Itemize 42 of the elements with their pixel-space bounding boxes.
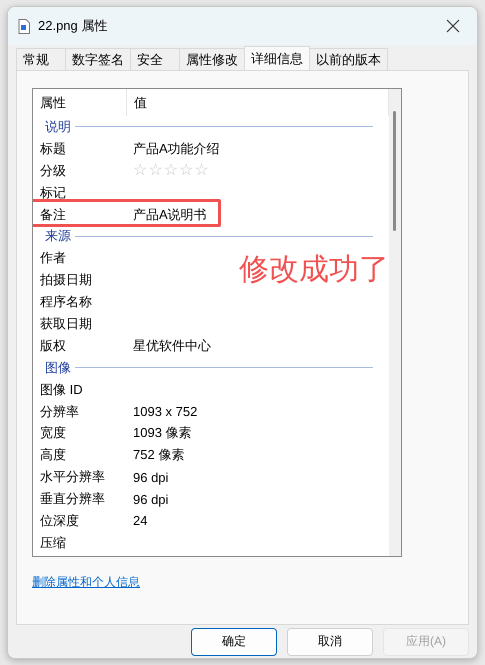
- property-name: 版权: [39, 336, 67, 355]
- property-name: 位深度: [39, 512, 80, 530]
- property-name: 分级: [39, 162, 67, 180]
- property-value: 24: [133, 513, 148, 528]
- property-name: 拍摄日期: [39, 271, 93, 290]
- property-name: 分辨率: [39, 402, 80, 421]
- remove-properties-link[interactable]: 删除属性和个人信息: [32, 574, 140, 591]
- dialog-button[interactable]: 确定: [191, 628, 277, 656]
- property-name: 压缩: [39, 534, 67, 552]
- property-name: 标题: [39, 140, 67, 158]
- tab[interactable]: 详细信息: [244, 46, 310, 70]
- window-title: 22.png 属性: [38, 17, 108, 35]
- image-file-icon: [18, 18, 30, 34]
- dialog-button[interactable]: 取消: [287, 628, 373, 656]
- annotation-text: 修改成功了: [239, 252, 389, 288]
- property-value: 752 像素: [133, 446, 184, 464]
- tab[interactable]: 以前的版本: [309, 48, 388, 70]
- property-name: 备注: [39, 206, 67, 224]
- property-name: 宽度: [39, 424, 67, 442]
- section-label: 图像: [45, 358, 71, 377]
- section-label: 说明: [45, 118, 71, 136]
- property-value: 1093 x 752: [133, 404, 198, 420]
- property-name: 高度: [39, 446, 67, 464]
- property-name: 垂直分辨率: [39, 490, 106, 508]
- property-value: 96 dpi: [133, 492, 168, 507]
- property-value: 96 dpi: [133, 470, 168, 485]
- property-value: 1093 像素: [133, 424, 192, 442]
- tab[interactable]: 常规: [16, 48, 66, 70]
- scrollbar[interactable]: [389, 89, 401, 556]
- property-value: 产品A功能介绍: [133, 140, 220, 158]
- property-name: 水平分辨率: [39, 468, 106, 486]
- close-icon[interactable]: [446, 19, 460, 33]
- property-name: 获取日期: [39, 314, 93, 333]
- scroll-thumb[interactable]: [393, 111, 396, 231]
- property-name: 程序名称: [39, 293, 93, 312]
- property-name: 标记: [39, 184, 67, 202]
- column-header[interactable]: 属性: [33, 89, 127, 116]
- section-label: 来源: [45, 227, 71, 246]
- property-value: 产品A说明书: [133, 206, 207, 224]
- property-name: 作者: [39, 249, 67, 268]
- property-value: 星优软件中心: [133, 336, 211, 355]
- property-name: 图像 ID: [39, 380, 84, 399]
